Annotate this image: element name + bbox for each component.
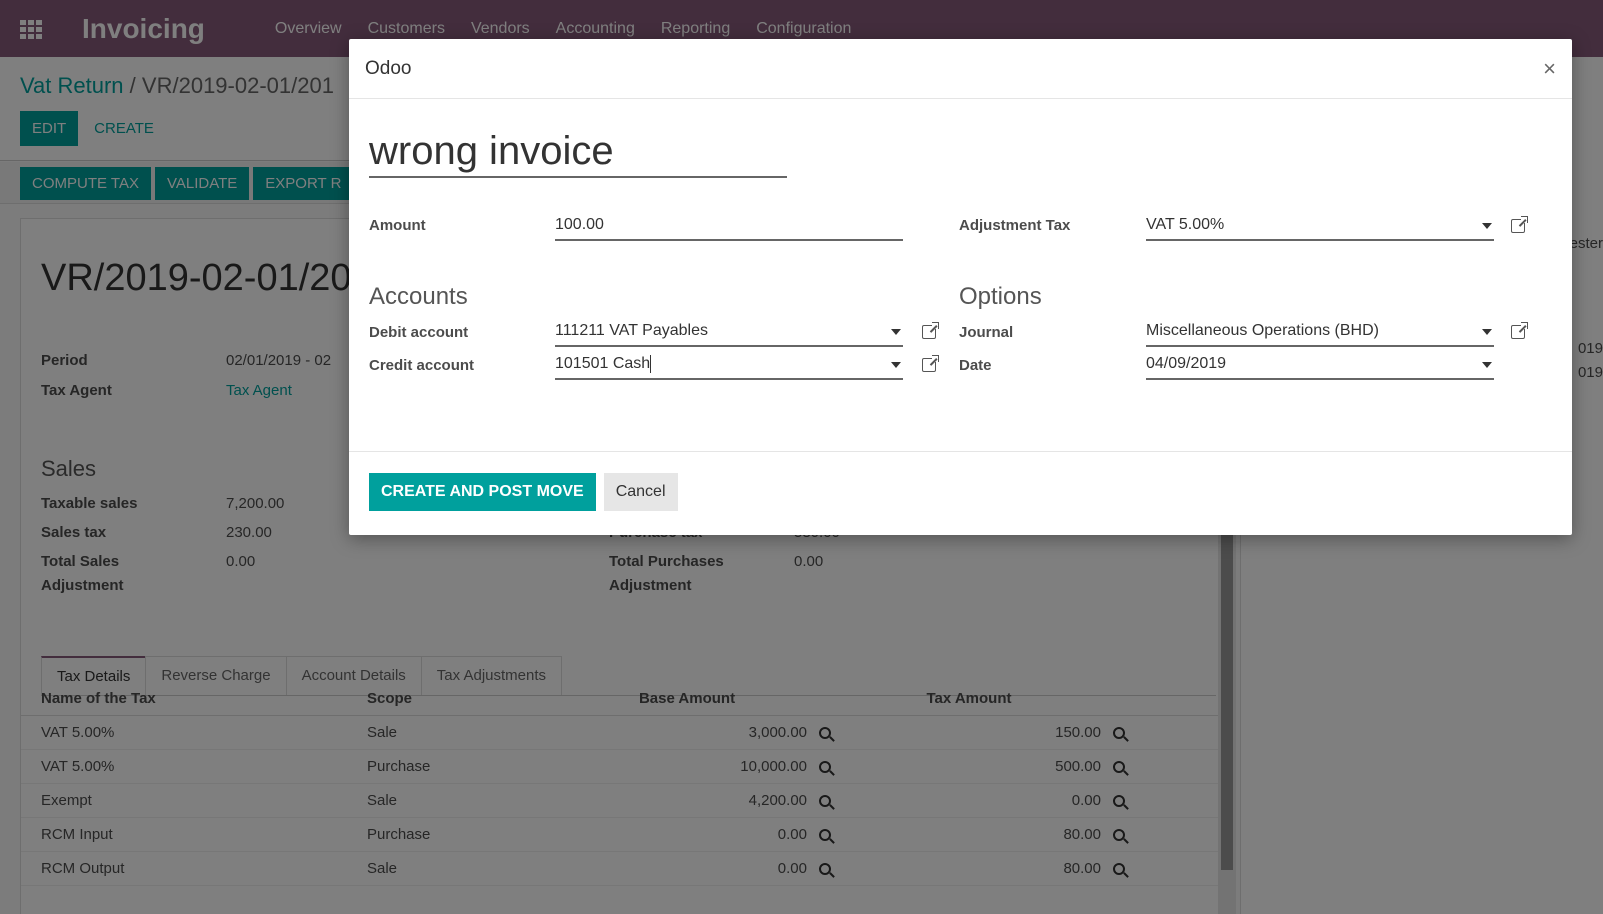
journal-label: Journal <box>959 324 1014 341</box>
chevron-down-icon[interactable] <box>1482 329 1492 335</box>
date-label: Date <box>959 357 992 374</box>
text-cursor <box>650 354 652 373</box>
external-link-icon[interactable] <box>1511 216 1528 233</box>
adjustment-tax-value: VAT 5.00% <box>1146 216 1225 233</box>
debit-account-select[interactable]: 111211 VAT Payables <box>555 319 903 347</box>
chevron-down-icon[interactable] <box>891 362 901 368</box>
debit-account-value: 111211 VAT Payables <box>555 322 708 339</box>
date-value: 04/09/2019 <box>1146 355 1227 372</box>
external-link-icon[interactable] <box>922 322 939 339</box>
chevron-down-icon[interactable] <box>1482 362 1492 368</box>
chevron-down-icon[interactable] <box>1482 223 1492 229</box>
credit-account-select[interactable]: 101501 Cash <box>555 352 903 380</box>
amount-label: Amount <box>369 217 426 234</box>
modal-body: wrong invoice Amount 100.00 Adjustment T… <box>349 99 1572 451</box>
chevron-down-icon[interactable] <box>891 329 901 335</box>
adjustment-dialog: Odoo × wrong invoice Amount 100.00 Adjus… <box>349 39 1572 535</box>
journal-select[interactable]: Miscellaneous Operations (BHD) <box>1146 319 1494 347</box>
adjustment-tax-select[interactable]: VAT 5.00% <box>1146 213 1494 241</box>
accounts-section-title: Accounts <box>369 283 468 310</box>
amount-input[interactable]: 100.00 <box>555 213 903 241</box>
modal-footer: CREATE AND POST MOVE Cancel <box>349 451 1572 535</box>
credit-account-label: Credit account <box>369 357 475 374</box>
close-icon[interactable]: × <box>1543 56 1556 82</box>
reference-name-input[interactable]: wrong invoice <box>369 129 787 178</box>
external-link-icon[interactable] <box>922 355 939 372</box>
adjustment-tax-label: Adjustment Tax <box>959 217 1071 234</box>
external-link-icon[interactable] <box>1511 322 1528 339</box>
journal-value: Miscellaneous Operations (BHD) <box>1146 322 1379 339</box>
modal-title: Odoo <box>365 57 412 79</box>
create-and-post-move-button[interactable]: CREATE AND POST MOVE <box>369 473 596 511</box>
credit-account-value: 101501 Cash <box>555 355 651 372</box>
modal-header: Odoo × <box>349 39 1572 99</box>
date-picker-input[interactable]: 04/09/2019 <box>1146 352 1494 380</box>
options-section-title: Options <box>959 283 1042 310</box>
debit-account-label: Debit account <box>369 324 469 341</box>
cancel-button[interactable]: Cancel <box>603 473 678 511</box>
